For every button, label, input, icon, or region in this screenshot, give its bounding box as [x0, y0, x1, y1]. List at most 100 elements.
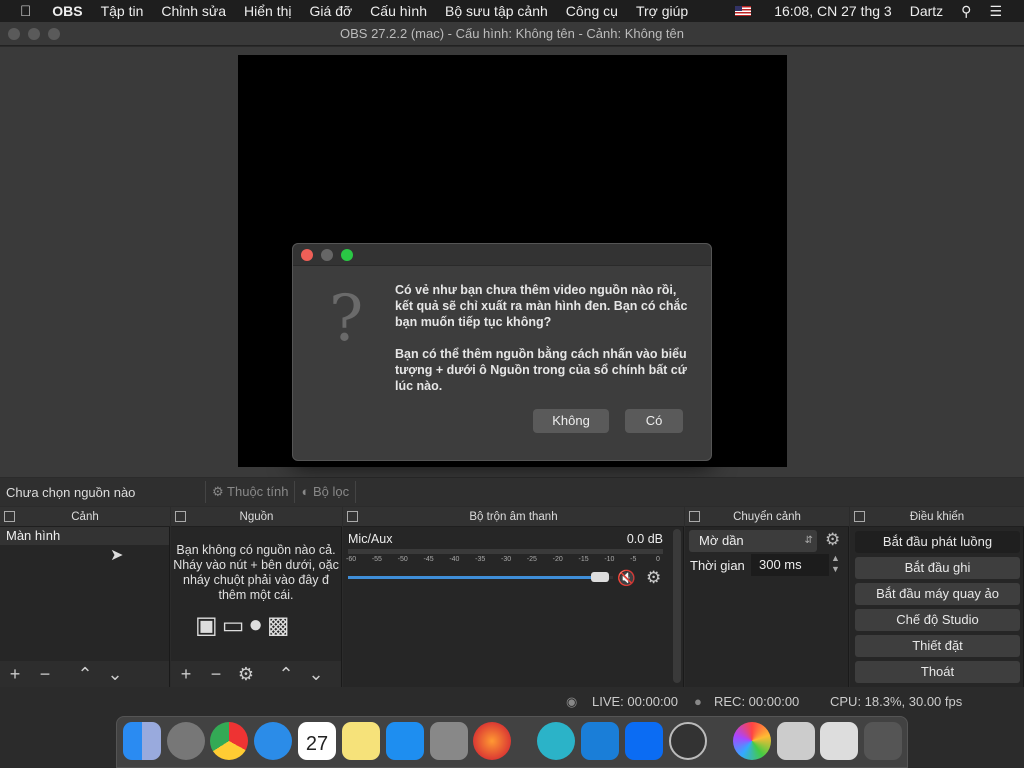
- properties-button[interactable]: ⚙ Thuộc tính: [205, 481, 294, 503]
- safari-icon[interactable]: [254, 722, 292, 760]
- launchpad-icon[interactable]: [167, 722, 205, 760]
- start-streaming-button[interactable]: Bắt đầu phát luồng: [855, 531, 1020, 553]
- teamviewer-icon[interactable]: [537, 722, 575, 760]
- app-store-icon[interactable]: [386, 722, 424, 760]
- move-scene-up-button[interactable]: ⌃: [70, 664, 100, 685]
- globe-icon: ●: [248, 611, 263, 638]
- zalo-icon[interactable]: [625, 722, 663, 760]
- filters-button[interactable]: ◐ Bộ lọc: [294, 481, 355, 503]
- duration-input[interactable]: 300 ms: [751, 554, 829, 576]
- menu-tools[interactable]: Công cụ: [557, 3, 627, 19]
- user-name[interactable]: Dartz: [901, 3, 952, 19]
- undock-icon[interactable]: [854, 511, 865, 522]
- scenes-panel: Màn hình ➤ + − ⌃ ⌄: [0, 527, 170, 687]
- muted-speaker-icon[interactable]: 🔇: [617, 569, 636, 587]
- undock-icon[interactable]: [175, 511, 186, 522]
- trash-icon[interactable]: [864, 722, 902, 760]
- transition-select[interactable]: Mờ dần ⇵: [689, 530, 817, 552]
- macos-dock: 27: [116, 716, 908, 768]
- transitions-title: Chuyển cảnh: [733, 511, 801, 523]
- photos-icon[interactable]: [733, 722, 771, 760]
- mixer-dock-header[interactable]: Bộ trộn âm thanh: [343, 507, 684, 527]
- start-virtual-camera-button[interactable]: Bắt đầu máy quay ảo: [855, 583, 1020, 605]
- menu-edit[interactable]: Chỉnh sửa: [152, 3, 235, 19]
- sources-dock-header[interactable]: Nguồn: [171, 507, 342, 527]
- menu-profile[interactable]: Cấu hình: [361, 3, 436, 19]
- close-window-button[interactable]: [8, 28, 20, 40]
- volume-slider-track: [348, 572, 613, 582]
- minimize-window-button[interactable]: [28, 28, 40, 40]
- start-recording-button[interactable]: Bắt đầu ghi: [855, 557, 1020, 579]
- mixer-channel-name: Mic/Aux: [348, 532, 393, 546]
- control-center-icon[interactable]: ☰: [980, 3, 1024, 20]
- volume-slider-handle[interactable]: [590, 572, 609, 582]
- firefox-icon[interactable]: [473, 722, 511, 760]
- undock-icon[interactable]: [689, 511, 700, 522]
- rec-dot-icon: ●: [694, 694, 702, 709]
- messenger-app-icon[interactable]: [581, 722, 619, 760]
- sources-title: Nguồn: [239, 511, 274, 523]
- move-source-up-button[interactable]: ⌃: [271, 664, 301, 685]
- apple-menu-icon[interactable]: : [0, 3, 43, 20]
- notes-icon[interactable]: [342, 722, 380, 760]
- dialog-zoom-button[interactable]: [341, 249, 353, 261]
- move-scene-down-button[interactable]: ⌄: [100, 664, 130, 685]
- scenes-toolbar: + − ⌃ ⌄: [0, 661, 169, 687]
- preview-app-icon[interactable]: [777, 722, 815, 760]
- flag-icon[interactable]: [735, 6, 752, 16]
- studio-mode-button[interactable]: Chế độ Studio: [855, 609, 1020, 631]
- image-icon: ▣: [195, 612, 218, 639]
- controls-dock-header[interactable]: Điều khiển: [850, 507, 1024, 527]
- meter-tick-label: -25: [526, 556, 537, 563]
- add-source-button[interactable]: +: [171, 664, 201, 685]
- transition-settings-gear-icon[interactable]: ⚙: [825, 530, 840, 550]
- meter-tick-label: -30: [501, 556, 512, 563]
- exit-button[interactable]: Thoát: [855, 661, 1020, 683]
- source-type-icons: ▣ ▭ ● ▩: [195, 611, 290, 640]
- calendar-icon[interactable]: 27: [298, 722, 336, 760]
- scene-item[interactable]: Màn hình: [0, 527, 169, 545]
- duration-stepper[interactable]: ▲ ▼: [831, 553, 840, 575]
- dialog-title-bar: [293, 244, 711, 266]
- settings-button[interactable]: Thiết đặt: [855, 635, 1020, 657]
- camera-icon: ▩: [266, 612, 290, 639]
- add-scene-button[interactable]: +: [0, 664, 30, 685]
- scenes-dock-header[interactable]: Cảnh: [0, 507, 170, 527]
- select-arrows-icon: ⇵: [804, 535, 813, 546]
- remove-source-button[interactable]: −: [201, 664, 231, 685]
- question-icon: ?: [329, 282, 364, 356]
- transitions-dock-header[interactable]: Chuyển cảnh: [685, 507, 849, 527]
- menu-file[interactable]: Tập tin: [92, 3, 153, 19]
- undock-icon[interactable]: [347, 511, 358, 522]
- meter-tick-label: -45: [423, 556, 434, 563]
- no-source-selected-label: Chưa chọn nguồn nào: [6, 484, 136, 500]
- spotlight-search-icon[interactable]: ⚲: [952, 3, 980, 20]
- finder-icon[interactable]: [123, 722, 161, 760]
- yes-button[interactable]: Có: [625, 409, 683, 433]
- menu-view[interactable]: Hiển thị: [235, 3, 300, 19]
- rec-status: REC: 00:00:00: [714, 694, 800, 709]
- menu-scene-collection[interactable]: Bộ sưu tập cảnh: [436, 3, 557, 19]
- clock[interactable]: 16:08, CN 27 thg 3: [765, 3, 901, 19]
- obs-icon[interactable]: [669, 722, 707, 760]
- dialog-message-line-1: Có vẻ như bạn chưa thêm video nguồn nào …: [395, 283, 688, 329]
- dialog-close-button[interactable]: [301, 249, 313, 261]
- meter-tick-label: -60: [346, 556, 357, 563]
- no-button[interactable]: Không: [533, 409, 609, 433]
- move-source-down-button[interactable]: ⌄: [301, 664, 331, 685]
- source-settings-icon[interactable]: ⚙: [231, 664, 261, 685]
- filters-label: Bộ lọc: [312, 484, 350, 499]
- menu-help[interactable]: Trợ giúp: [627, 3, 697, 19]
- mixer-scrollbar[interactable]: [673, 529, 681, 683]
- mixer-settings-gear-icon[interactable]: ⚙: [646, 568, 661, 588]
- menu-app-obs[interactable]: OBS: [43, 3, 91, 19]
- undock-icon[interactable]: [4, 511, 15, 522]
- system-preferences-icon[interactable]: [430, 722, 468, 760]
- zoom-window-button[interactable]: [48, 28, 60, 40]
- status-bar: ◉ LIVE: 00:00:00 ● REC: 00:00:00 CPU: 18…: [0, 688, 1024, 714]
- remove-scene-button[interactable]: −: [30, 664, 60, 685]
- chrome-icon[interactable]: [210, 722, 248, 760]
- document-folder-icon[interactable]: [820, 722, 858, 760]
- duration-label: Thời gian: [690, 558, 745, 573]
- menu-docks[interactable]: Giá đỡ: [301, 3, 362, 19]
